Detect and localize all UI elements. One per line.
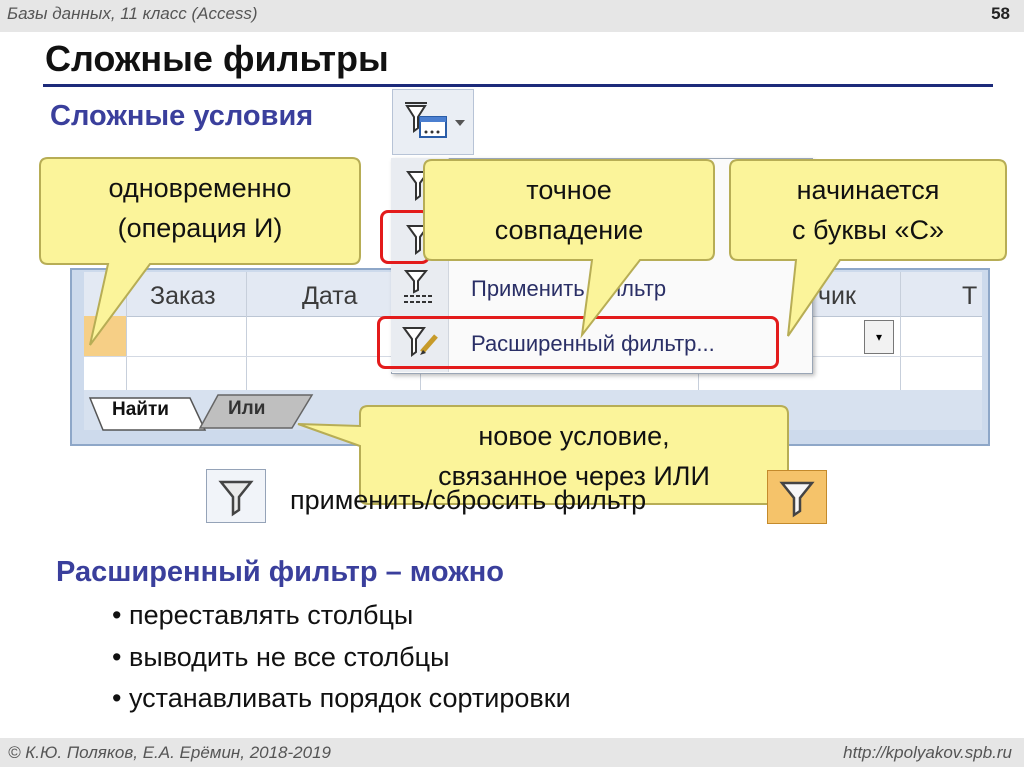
footer-url[interactable]: http://kpolyakov.spb.ru <box>843 743 1012 763</box>
bullet-item: • выводить не все столбцы <box>112 642 450 672</box>
bullet-item: • устанавливать порядок сортировки <box>112 683 571 713</box>
bullet-item: • переставлять столбцы <box>112 600 414 630</box>
callout-exact: точное совпадение <box>494 175 644 245</box>
callout-and: одновременно (операция И) <box>108 173 292 243</box>
advanced-filter-heading: Расширенный фильтр – можно <box>56 556 504 588</box>
callout-or: новое условие, связанное через ИЛИ <box>438 421 710 491</box>
apply-filter-button[interactable] <box>206 469 266 523</box>
reset-filter-button[interactable] <box>767 470 827 524</box>
apply-reset-label: применить/сбросить фильтр <box>290 485 647 515</box>
filter-icon <box>218 480 254 517</box>
footer-authors: © К.Ю. Поляков, Е.А. Ерёмин, 2018-2019 <box>8 743 331 762</box>
callout-starts: начинается с буквы «С» <box>792 175 944 245</box>
filter-active-icon <box>779 481 815 518</box>
